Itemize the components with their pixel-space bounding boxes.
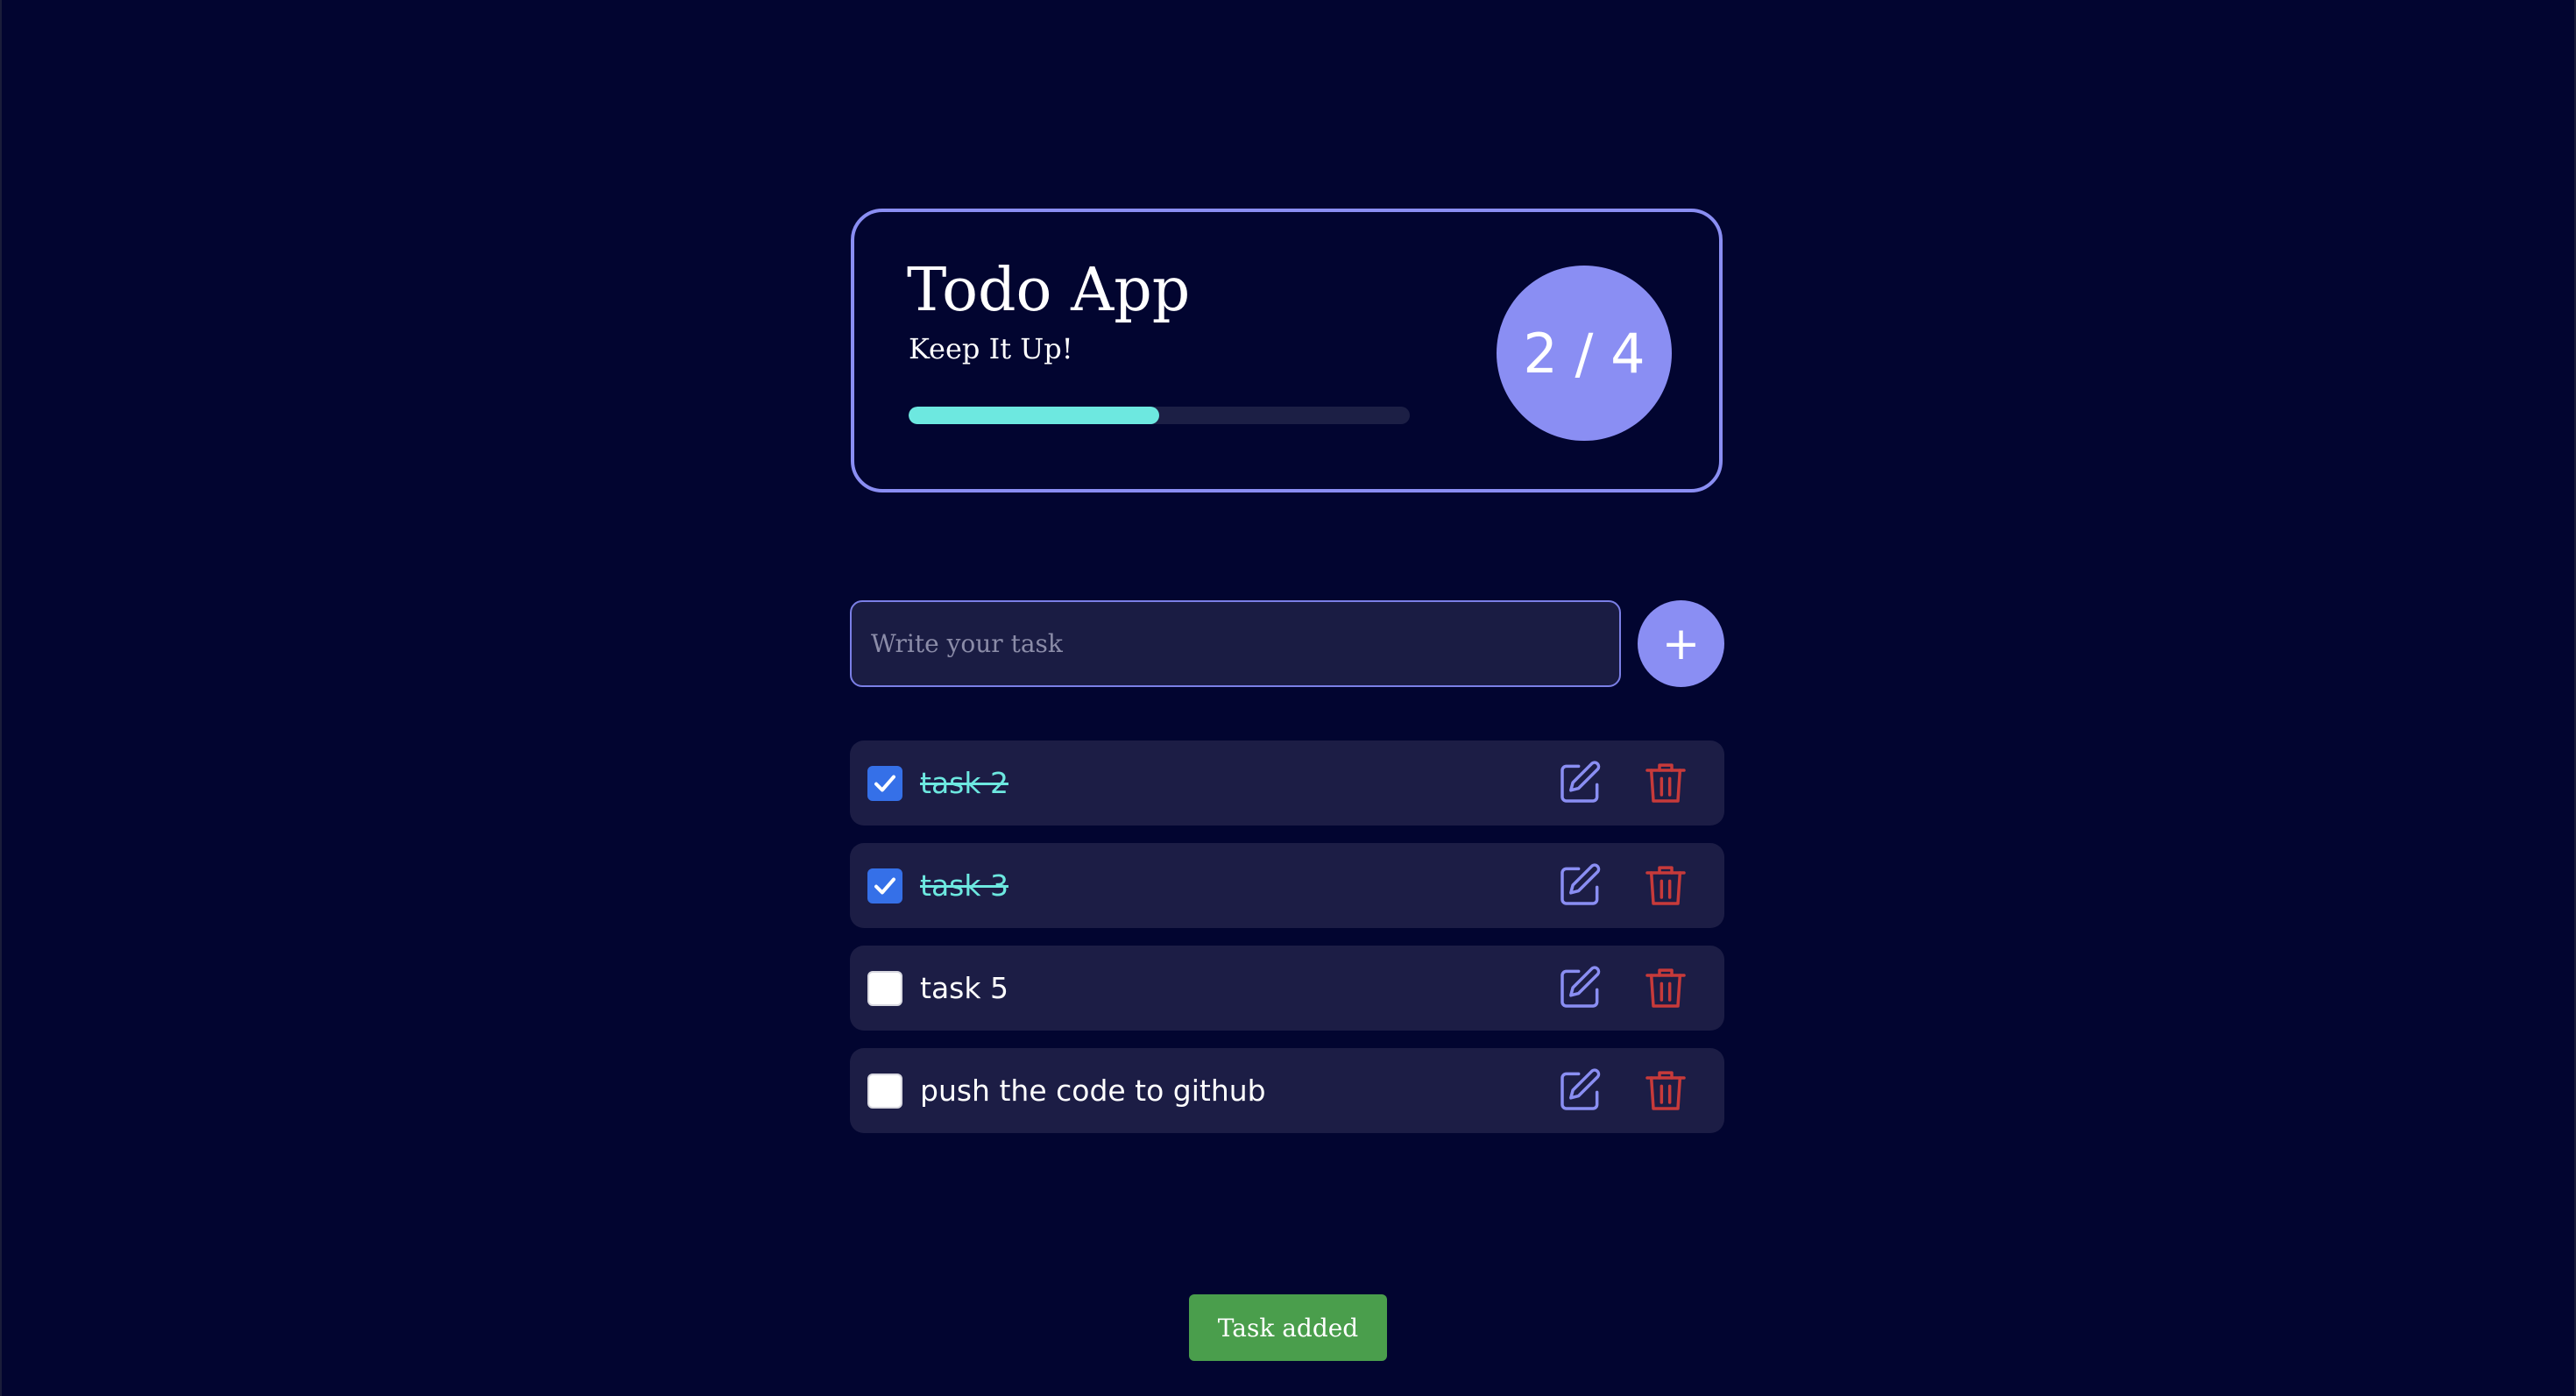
task-item: push the code to github bbox=[850, 1048, 1724, 1133]
delete-task-button[interactable] bbox=[1641, 758, 1690, 807]
task-label: task 3 bbox=[920, 868, 1008, 903]
trash-icon bbox=[1645, 866, 1686, 905]
trash-icon bbox=[1645, 968, 1686, 1008]
task-checkbox[interactable] bbox=[867, 766, 902, 801]
task-checkbox[interactable] bbox=[867, 868, 902, 904]
task-counter-badge: 2 / 4 bbox=[1497, 266, 1672, 441]
task-item: task 5 bbox=[850, 946, 1724, 1031]
edit-task-button[interactable] bbox=[1556, 963, 1605, 1012]
plus-icon: + bbox=[1661, 617, 1701, 670]
progress-bar-fill bbox=[909, 407, 1159, 424]
delete-task-button[interactable] bbox=[1641, 963, 1690, 1012]
app-subtitle: Keep It Up! bbox=[909, 332, 1073, 365]
edit-icon bbox=[1560, 966, 1601, 1008]
edit-task-button[interactable] bbox=[1556, 861, 1605, 910]
progress-bar bbox=[909, 407, 1410, 424]
edit-task-button[interactable] bbox=[1556, 758, 1605, 807]
edit-icon bbox=[1560, 761, 1601, 803]
delete-task-button[interactable] bbox=[1641, 861, 1690, 910]
task-label: task 2 bbox=[920, 766, 1008, 800]
add-task-button[interactable]: + bbox=[1638, 600, 1724, 687]
task-label: task 5 bbox=[920, 971, 1008, 1005]
stats-card: Todo App Keep It Up! 2 / 4 bbox=[851, 209, 1723, 492]
trash-icon bbox=[1645, 763, 1686, 803]
edit-icon bbox=[1560, 863, 1601, 905]
task-checkbox[interactable] bbox=[867, 1074, 902, 1109]
new-task-input[interactable] bbox=[850, 600, 1621, 687]
checkmark-icon bbox=[874, 775, 895, 792]
frame-border-left bbox=[0, 0, 2, 1396]
edit-task-button[interactable] bbox=[1556, 1066, 1605, 1115]
edit-icon bbox=[1560, 1068, 1601, 1110]
delete-task-button[interactable] bbox=[1641, 1066, 1690, 1115]
task-checkbox[interactable] bbox=[867, 971, 902, 1006]
task-item: task 2 bbox=[850, 741, 1724, 826]
task-item: task 3 bbox=[850, 843, 1724, 928]
task-label: push the code to github bbox=[920, 1074, 1266, 1108]
checkmark-icon bbox=[874, 877, 895, 895]
app-title: Todo App bbox=[907, 256, 1191, 325]
task-list: task 2 task 3 task 5 push the code to githu… bbox=[850, 741, 1724, 1151]
trash-icon bbox=[1645, 1071, 1686, 1110]
toast-notification: Task added bbox=[1189, 1294, 1387, 1361]
